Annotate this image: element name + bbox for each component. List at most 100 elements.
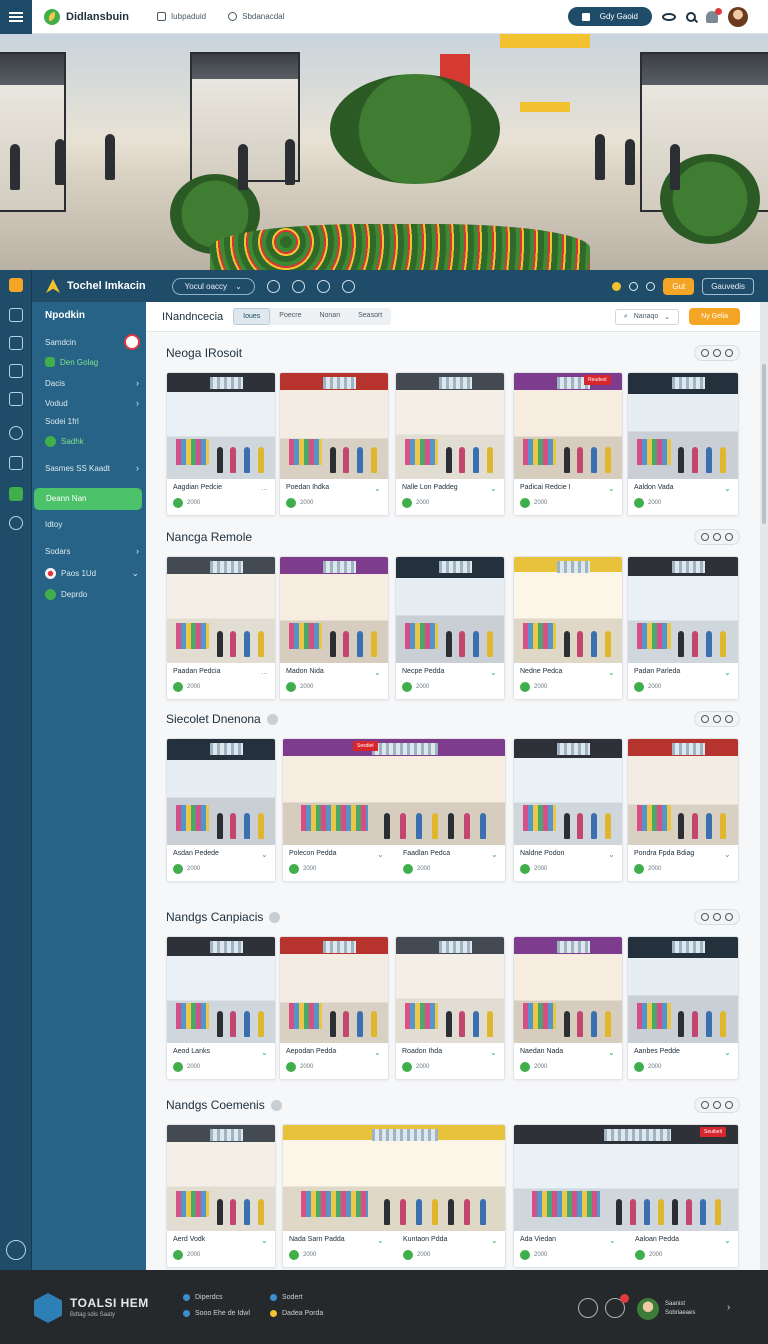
tab-2[interactable]: Nonan	[310, 308, 349, 325]
tab-3[interactable]: Seasort	[349, 308, 391, 325]
clock-icon[interactable]	[9, 426, 23, 440]
tab-0[interactable]: Ioues	[233, 308, 271, 325]
sidebar-item-10[interactable]: Paos 1Ud ⌄	[45, 568, 139, 579]
active-section-icon[interactable]	[9, 487, 23, 501]
grid-icon[interactable]	[578, 1298, 598, 1318]
storefront-image[interactable]: Seuibeit	[514, 1125, 738, 1231]
storefront-image[interactable]	[167, 739, 275, 845]
more-icon[interactable]	[725, 913, 733, 921]
sidebar-item-9[interactable]: Sodars ›	[45, 546, 139, 556]
card-caption[interactable]: Aepodan Pedda	[286, 1048, 336, 1055]
storefront-image[interactable]	[396, 373, 504, 479]
store-card[interactable]: Aanbes Pedde ⌄ 2000	[627, 936, 739, 1080]
sidebar-item-1[interactable]: Den Golag	[45, 357, 139, 367]
store-card[interactable]: Naldne Podon ⌄ 2000	[513, 738, 623, 882]
chevron-down-icon[interactable]: ⌄	[374, 1048, 381, 1057]
app-header-brand[interactable]: Tochel Imkacin	[46, 279, 146, 293]
card-caption[interactable]: Nada Sarn Padda	[289, 1236, 345, 1243]
storefront-image[interactable]	[280, 937, 388, 1043]
header-primary-button[interactable]: Gut	[663, 277, 695, 295]
sidebar-item-4[interactable]: Sodei 1frl	[45, 417, 139, 426]
info-icon[interactable]	[269, 911, 281, 923]
footer-link-0[interactable]: Diperdcs	[183, 1294, 223, 1301]
storefront-image[interactable]: Sexdiet	[283, 739, 505, 845]
chevron-down-icon[interactable]: ⌄	[608, 668, 615, 677]
sidebar-item-3[interactable]: Vodud ›	[45, 398, 139, 408]
card-caption[interactable]: Aaloan Pedda	[635, 1236, 679, 1243]
store-card[interactable]: Aepodan Pedda ⌄ 2000	[279, 936, 389, 1080]
card-caption[interactable]: Roadon Ihda	[402, 1048, 442, 1055]
card-caption[interactable]: Asdan Pedede	[173, 850, 219, 857]
chevron-down-icon[interactable]: ⌄	[491, 850, 498, 859]
chevron-down-icon[interactable]: ⌄	[377, 850, 384, 859]
storefront-image[interactable]	[167, 1125, 275, 1231]
footer-avatar[interactable]	[637, 1298, 659, 1320]
chevron-down-icon[interactable]: ⌄	[490, 1048, 497, 1057]
sidebar-item-8[interactable]: Idtoy	[45, 520, 139, 529]
card-caption[interactable]: Padicai Redcie I	[520, 484, 571, 491]
store-card[interactable]: Padan Parleda ⌄ 2000	[627, 556, 739, 700]
chevron-down-icon[interactable]: ⌄	[608, 850, 615, 859]
home-icon[interactable]	[9, 278, 23, 292]
store-card[interactable]: Naedan Nada ⌄ 2000	[513, 936, 623, 1080]
chevron-down-icon[interactable]: ⌄	[374, 484, 381, 493]
notification-bell-icon[interactable]	[706, 7, 722, 23]
top-link-2[interactable]: Sbdanacdal	[228, 12, 284, 21]
storefront-image[interactable]	[628, 557, 738, 663]
chevron-down-icon[interactable]: ⌄	[608, 484, 615, 493]
top-link-1[interactable]: Iubpaduid	[156, 12, 206, 21]
footer-link-2[interactable]: Sooo Ehe de Idwl	[183, 1310, 250, 1317]
card-caption[interactable]: Polecon Pedda	[289, 850, 336, 857]
share-icon[interactable]	[713, 1101, 721, 1109]
card-caption[interactable]: Madon Nida	[286, 668, 324, 675]
storefront-image[interactable]	[283, 1125, 505, 1231]
lightbulb-icon[interactable]	[612, 281, 622, 291]
header-search-pill[interactable]: Yocul oaccy ⌄	[171, 277, 255, 295]
sidebar-item-6[interactable]: Sasmes SS Kaadt ›	[45, 463, 139, 473]
storefront-image[interactable]	[396, 937, 504, 1043]
card-caption[interactable]: Padan Parleda	[634, 668, 680, 675]
store-card[interactable]: Roadon Ihda ⌄ 2000	[395, 936, 505, 1080]
store-card[interactable]: Nedne Pedca ⌄ 2000	[513, 556, 623, 700]
chat-icon[interactable]	[9, 364, 23, 378]
settings-icon[interactable]	[266, 279, 280, 293]
filter-icon[interactable]	[701, 533, 709, 541]
store-card[interactable]: Poedan Ihdka ⌄ 2000	[279, 372, 389, 516]
storefront-image[interactable]: Reudest	[514, 373, 622, 479]
card-caption[interactable]: Paadan Pedcia	[173, 668, 220, 675]
collapse-icon[interactable]	[6, 1240, 26, 1260]
store-icon[interactable]	[9, 308, 23, 322]
card-caption[interactable]: Naedan Nada	[520, 1048, 563, 1055]
chevron-down-icon[interactable]: ⌄	[724, 484, 731, 493]
info-icon[interactable]	[270, 1099, 282, 1111]
share-icon[interactable]	[713, 715, 721, 723]
sidebar-item-11[interactable]: Deprdo	[45, 589, 139, 600]
help-icon[interactable]	[629, 281, 639, 291]
store-card[interactable]: Aeod Lanks ⌄ 2000	[166, 936, 276, 1080]
storefront-image[interactable]	[628, 937, 738, 1043]
new-item-button[interactable]: Ny Gelia	[689, 308, 740, 325]
card-caption[interactable]: Aeod Lanks	[173, 1048, 210, 1055]
storefront-image[interactable]	[628, 373, 738, 479]
card-caption[interactable]: Pondra Fpda Bdiag	[634, 850, 694, 857]
sidebar-item-5[interactable]: Sadhk	[45, 436, 139, 447]
chevron-down-icon[interactable]: ⌄	[724, 850, 731, 859]
store-card-wide[interactable]: Sexdiet Polecon Pedda ⌄ 2000 Faadlan Pedca ⌄ 2…	[282, 738, 506, 882]
more-options-icon[interactable]: ...	[261, 483, 268, 492]
share-icon[interactable]	[713, 913, 721, 921]
card-caption[interactable]: Nalle Lon Paddeg	[402, 484, 458, 491]
notification-icon[interactable]	[605, 1294, 629, 1318]
power-icon[interactable]	[291, 279, 305, 293]
store-card[interactable]: Necpe Pedda ⌄ 2000	[395, 556, 505, 700]
more-icon[interactable]	[725, 349, 733, 357]
info-icon[interactable]	[266, 713, 278, 725]
chevron-down-icon[interactable]: ⌄	[490, 668, 497, 677]
store-card[interactable]: Aaldon Vada ⌄ 2000	[627, 372, 739, 516]
users-icon[interactable]	[9, 336, 23, 350]
more-icon[interactable]	[725, 715, 733, 723]
chevron-down-icon[interactable]: ⌄	[724, 1236, 731, 1245]
card-caption[interactable]: Faadlan Pedca	[403, 850, 450, 857]
sidebar-item-active[interactable]: Deann Nan	[34, 488, 142, 510]
chart-icon[interactable]	[9, 392, 23, 406]
sidebar-item-0[interactable]: Samdcin	[45, 338, 139, 347]
